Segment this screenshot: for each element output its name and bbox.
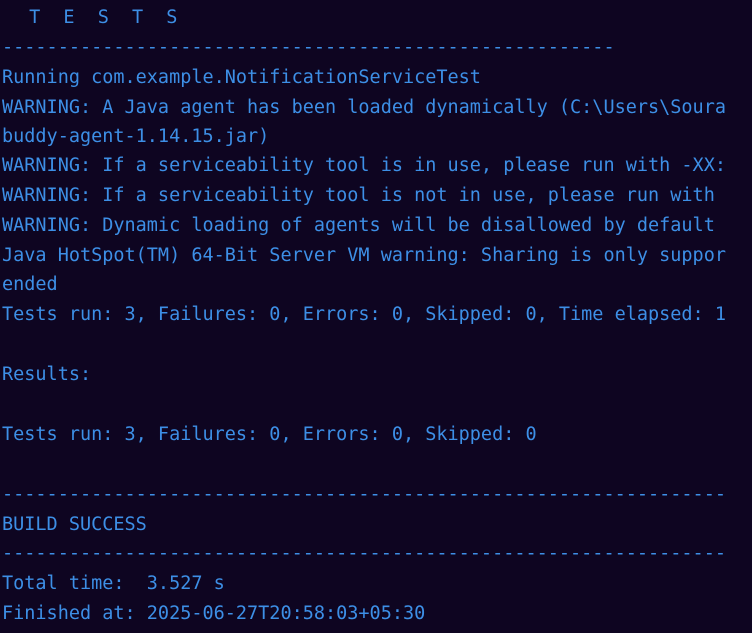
finished-at: Finished at: 2025-06-27T20:58:03+05:30 — [2, 603, 426, 624]
tests-header: T E S T S — [12, 7, 184, 28]
warning-line: WARNING: Dynamic loading of agents will … — [2, 215, 715, 236]
warning-line-continued: buddy-agent-1.14.15.jar) — [2, 126, 270, 147]
warning-line: WARNING: If a serviceability tool is not… — [2, 185, 715, 206]
vm-warning-line: Java HotSpot(TM) 64-Bit Server VM warnin… — [2, 245, 726, 266]
warning-line: WARNING: A Java agent has been loaded dy… — [2, 97, 726, 118]
results-heading: Results: — [2, 364, 92, 385]
vm-warning-line-continued: ended — [2, 274, 58, 295]
separator-line: ----------------------------------------… — [2, 484, 726, 505]
warning-line: WARNING: If a serviceability tool is in … — [2, 155, 726, 176]
tests-run-results: Tests run: 3, Failures: 0, Errors: 0, Sk… — [2, 424, 537, 445]
total-time: Total time: 3.527 s — [2, 573, 225, 594]
build-status: BUILD SUCCESS — [2, 514, 147, 535]
tests-run-summary: Tests run: 3, Failures: 0, Errors: 0, Sk… — [2, 304, 726, 325]
separator-line: ----------------------------------------… — [2, 37, 615, 58]
separator-line: ----------------------------------------… — [2, 543, 726, 564]
terminal-output: T E S T S ------------------------------… — [0, 0, 752, 633]
running-test-line: Running com.example.NotificationServiceT… — [2, 67, 481, 88]
